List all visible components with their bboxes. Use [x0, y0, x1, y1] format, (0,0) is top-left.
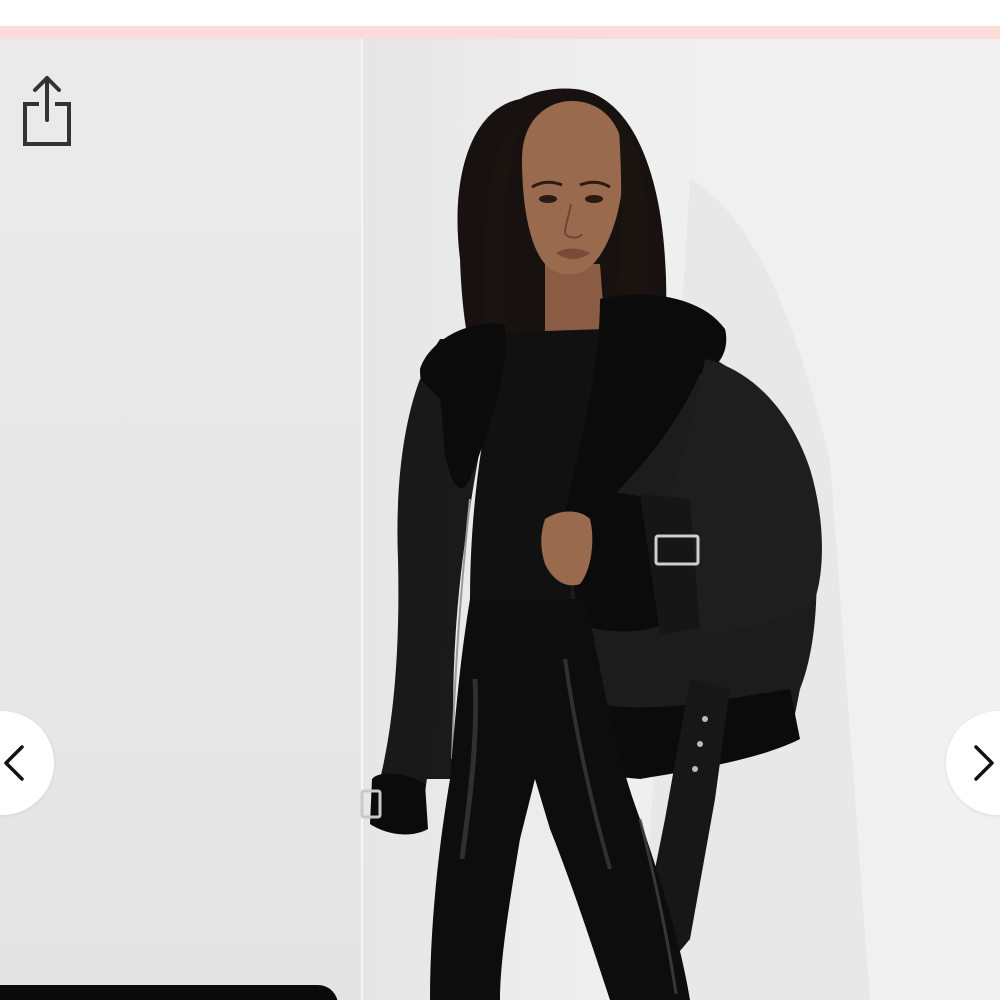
- product-page: [0, 0, 1000, 1000]
- eye-left: [539, 195, 557, 203]
- top-strip: [0, 0, 1000, 26]
- share-button[interactable]: [18, 73, 76, 147]
- belt-eyelet-3: [692, 766, 698, 772]
- neck: [545, 264, 605, 331]
- bottom-action-pill[interactable]: [0, 985, 338, 1000]
- belt-eyelet-1: [702, 716, 708, 722]
- share-icon: [23, 76, 71, 146]
- promo-bar: [0, 26, 1000, 39]
- product-image-gallery[interactable]: [0, 39, 1000, 1000]
- belt-eyelet-2: [697, 741, 703, 747]
- model-photo: [360, 88, 870, 1000]
- chevron-right-icon: [974, 745, 994, 781]
- chevron-left-icon: [4, 745, 24, 781]
- eye-right: [585, 195, 603, 203]
